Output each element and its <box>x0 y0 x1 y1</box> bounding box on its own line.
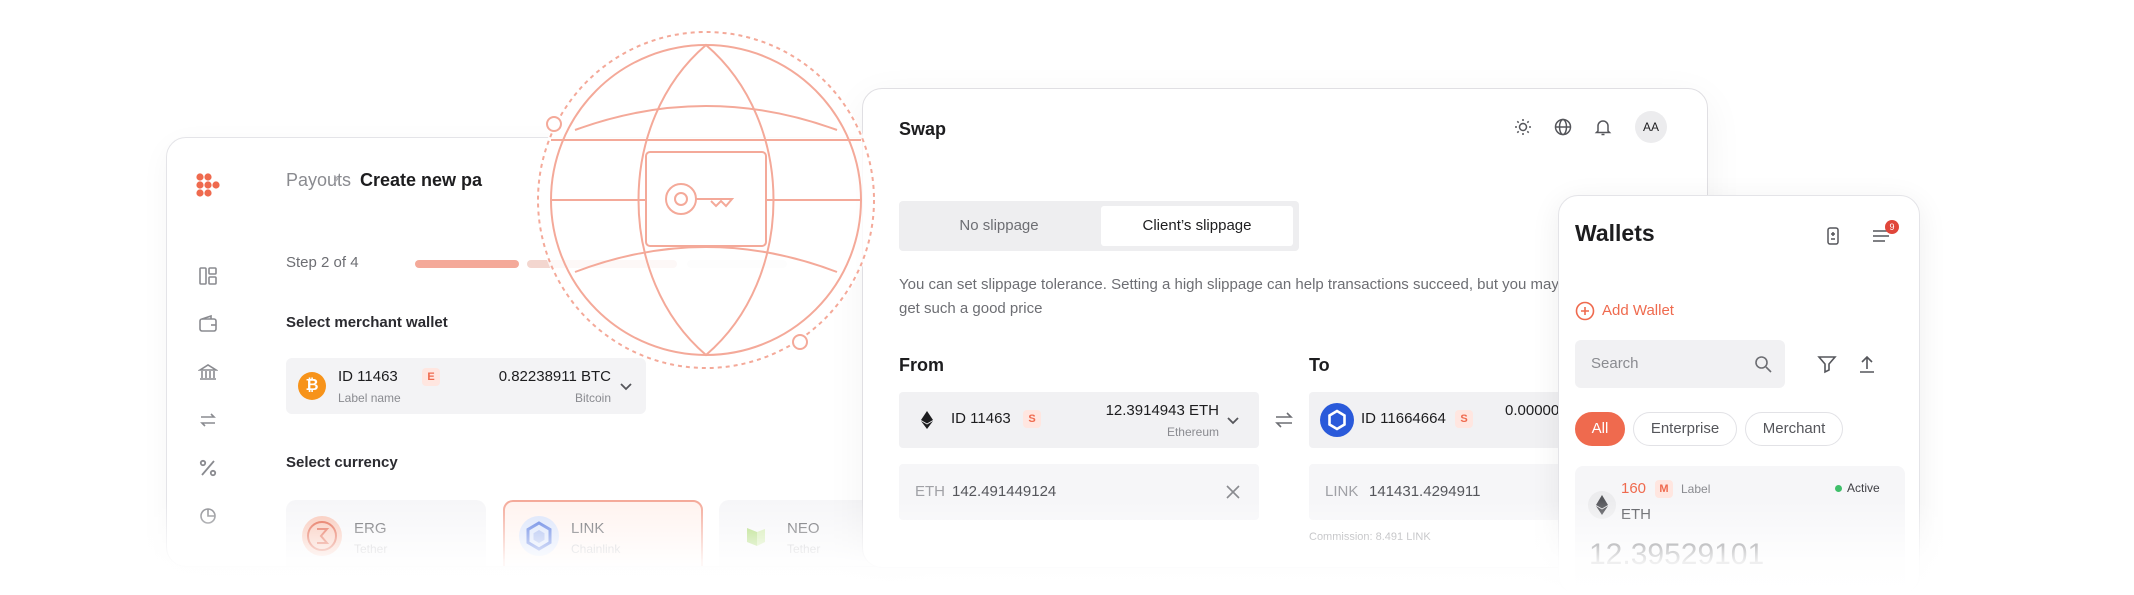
wallet-network: Bitcoin <box>574 391 611 405</box>
step-indicator: Step 2 of 4 <box>286 254 359 271</box>
from-wallet-id: ID 11463 <box>951 410 1011 427</box>
chart-pie-icon[interactable] <box>198 506 218 526</box>
currency-sub: Chainlink <box>571 542 621 556</box>
notification-badge: 9 <box>1885 220 1899 234</box>
from-amount-value: 142.491449124 <box>952 483 1057 500</box>
exchange-icon[interactable] <box>198 410 218 430</box>
add-wallet-label: Add Wallet <box>1602 302 1674 319</box>
search-placeholder: Search <box>1591 355 1639 372</box>
wallet-search-input[interactable]: Search <box>1575 340 1785 388</box>
from-wallet-badge: S <box>1023 410 1041 428</box>
from-wallet-select[interactable]: ID 11463 S 12.3914943 ETH Ethereum <box>899 392 1259 448</box>
wallet-icon[interactable] <box>198 314 218 334</box>
from-wallet-amount: 12.3914943 ETH <box>1105 402 1219 419</box>
currency-name: LINK <box>571 520 605 537</box>
filter-merchant[interactable]: Merchant <box>1745 412 1843 446</box>
swap-direction-icon[interactable] <box>1273 409 1295 431</box>
slippage-toggle: No slippage Client’s slippage <box>899 201 1299 251</box>
page-title: Create new pa <box>360 170 483 190</box>
currency-name: NEO <box>787 520 820 537</box>
bitcoin-icon: ₿ <box>298 372 326 400</box>
filter-icon[interactable] <box>1817 354 1837 374</box>
globe-key-icon <box>536 30 876 370</box>
dashboard-icon[interactable] <box>198 266 218 286</box>
tab-no-slippage[interactable]: No slippage <box>899 201 1099 251</box>
currency-sub: Tether <box>354 542 388 556</box>
wallet-item-coin: ETH <box>1621 506 1651 523</box>
currency-option-erg[interactable]: ERG Tether <box>286 500 486 566</box>
status-dot <box>1835 485 1842 492</box>
bank-icon[interactable] <box>198 362 218 382</box>
from-label: From <box>899 355 944 375</box>
select-wallet-label: Select merchant wallet <box>286 314 448 331</box>
wallet-item-balance: 12.39529101 <box>1589 538 1765 571</box>
slippage-note: You can set slippage tolerance. Setting … <box>899 276 1584 317</box>
chainlink-icon <box>1320 403 1354 437</box>
bell-icon[interactable] <box>1593 117 1613 137</box>
to-wallet-amount: 0.00000 <box>1505 402 1560 419</box>
chevron-down-icon <box>1227 417 1239 425</box>
filter-enterprise[interactable]: Enterprise <box>1633 412 1737 446</box>
avatar[interactable]: AA <box>1635 111 1667 143</box>
clear-icon[interactable] <box>1225 484 1241 500</box>
from-wallet-network: Ethereum <box>1166 425 1219 439</box>
step-progress-done <box>415 260 519 268</box>
tab-clients-slippage[interactable]: Client’s slippage <box>1101 206 1293 246</box>
select-currency-label: Select currency <box>286 454 398 471</box>
ethereum-icon <box>921 411 933 429</box>
calculator-icon[interactable] <box>1823 226 1843 246</box>
chevron-right-icon: › <box>333 168 339 188</box>
to-label: To <box>1309 355 1330 375</box>
to-wallet-badge: S <box>1455 410 1473 428</box>
wallet-item-id: 160 <box>1621 480 1647 497</box>
from-currency-code: ETH <box>915 483 945 500</box>
to-amount-value: 141431.4294911 <box>1369 483 1481 500</box>
to-currency-code: LINK <box>1325 483 1359 500</box>
to-wallet-id: ID 11664664 <box>1361 410 1446 427</box>
search-icon[interactable] <box>1753 354 1773 374</box>
erg-icon <box>302 516 342 556</box>
wallet-type-badge: E <box>422 368 440 386</box>
wallets-title: Wallets <box>1575 220 1655 246</box>
swap-title: Swap <box>899 119 947 139</box>
commission-text: Commission: 8.491 LINK <box>1309 531 1431 543</box>
neo-icon <box>735 516 775 556</box>
wallet-item-badge: M <box>1655 480 1673 498</box>
status-badge: Active <box>1847 481 1880 495</box>
wallet-list-item[interactable]: 160 M Label Active ETH 12.39529101 <box>1575 466 1905 594</box>
ethereum-icon <box>1588 491 1616 519</box>
globe-icon[interactable] <box>1553 117 1573 137</box>
wallet-item-label: Label <box>1681 482 1711 496</box>
export-icon[interactable] <box>1857 354 1877 374</box>
currency-option-link[interactable]: LINK Chainlink <box>503 500 703 566</box>
filter-all[interactable]: All <box>1575 412 1625 446</box>
app-logo[interactable] <box>195 172 221 198</box>
percent-icon[interactable] <box>198 458 218 478</box>
security-globe-illustration <box>520 22 880 382</box>
wallet-label: Label name <box>338 391 401 405</box>
wallet-id: ID 11463 <box>338 368 398 385</box>
wallets-panel: Wallets 9 Add Wallet Search All Enterpri… <box>1558 195 1920 595</box>
sun-icon[interactable] <box>1513 117 1533 137</box>
chainlink-icon <box>519 516 559 556</box>
from-amount-input[interactable]: ETH 142.491449124 <box>899 464 1259 520</box>
currency-name: ERG <box>354 520 387 537</box>
plus-circle-icon <box>1575 301 1595 321</box>
breadcrumb-payouts[interactable]: Payouts <box>286 170 351 191</box>
currency-sub: Tether <box>787 542 821 556</box>
